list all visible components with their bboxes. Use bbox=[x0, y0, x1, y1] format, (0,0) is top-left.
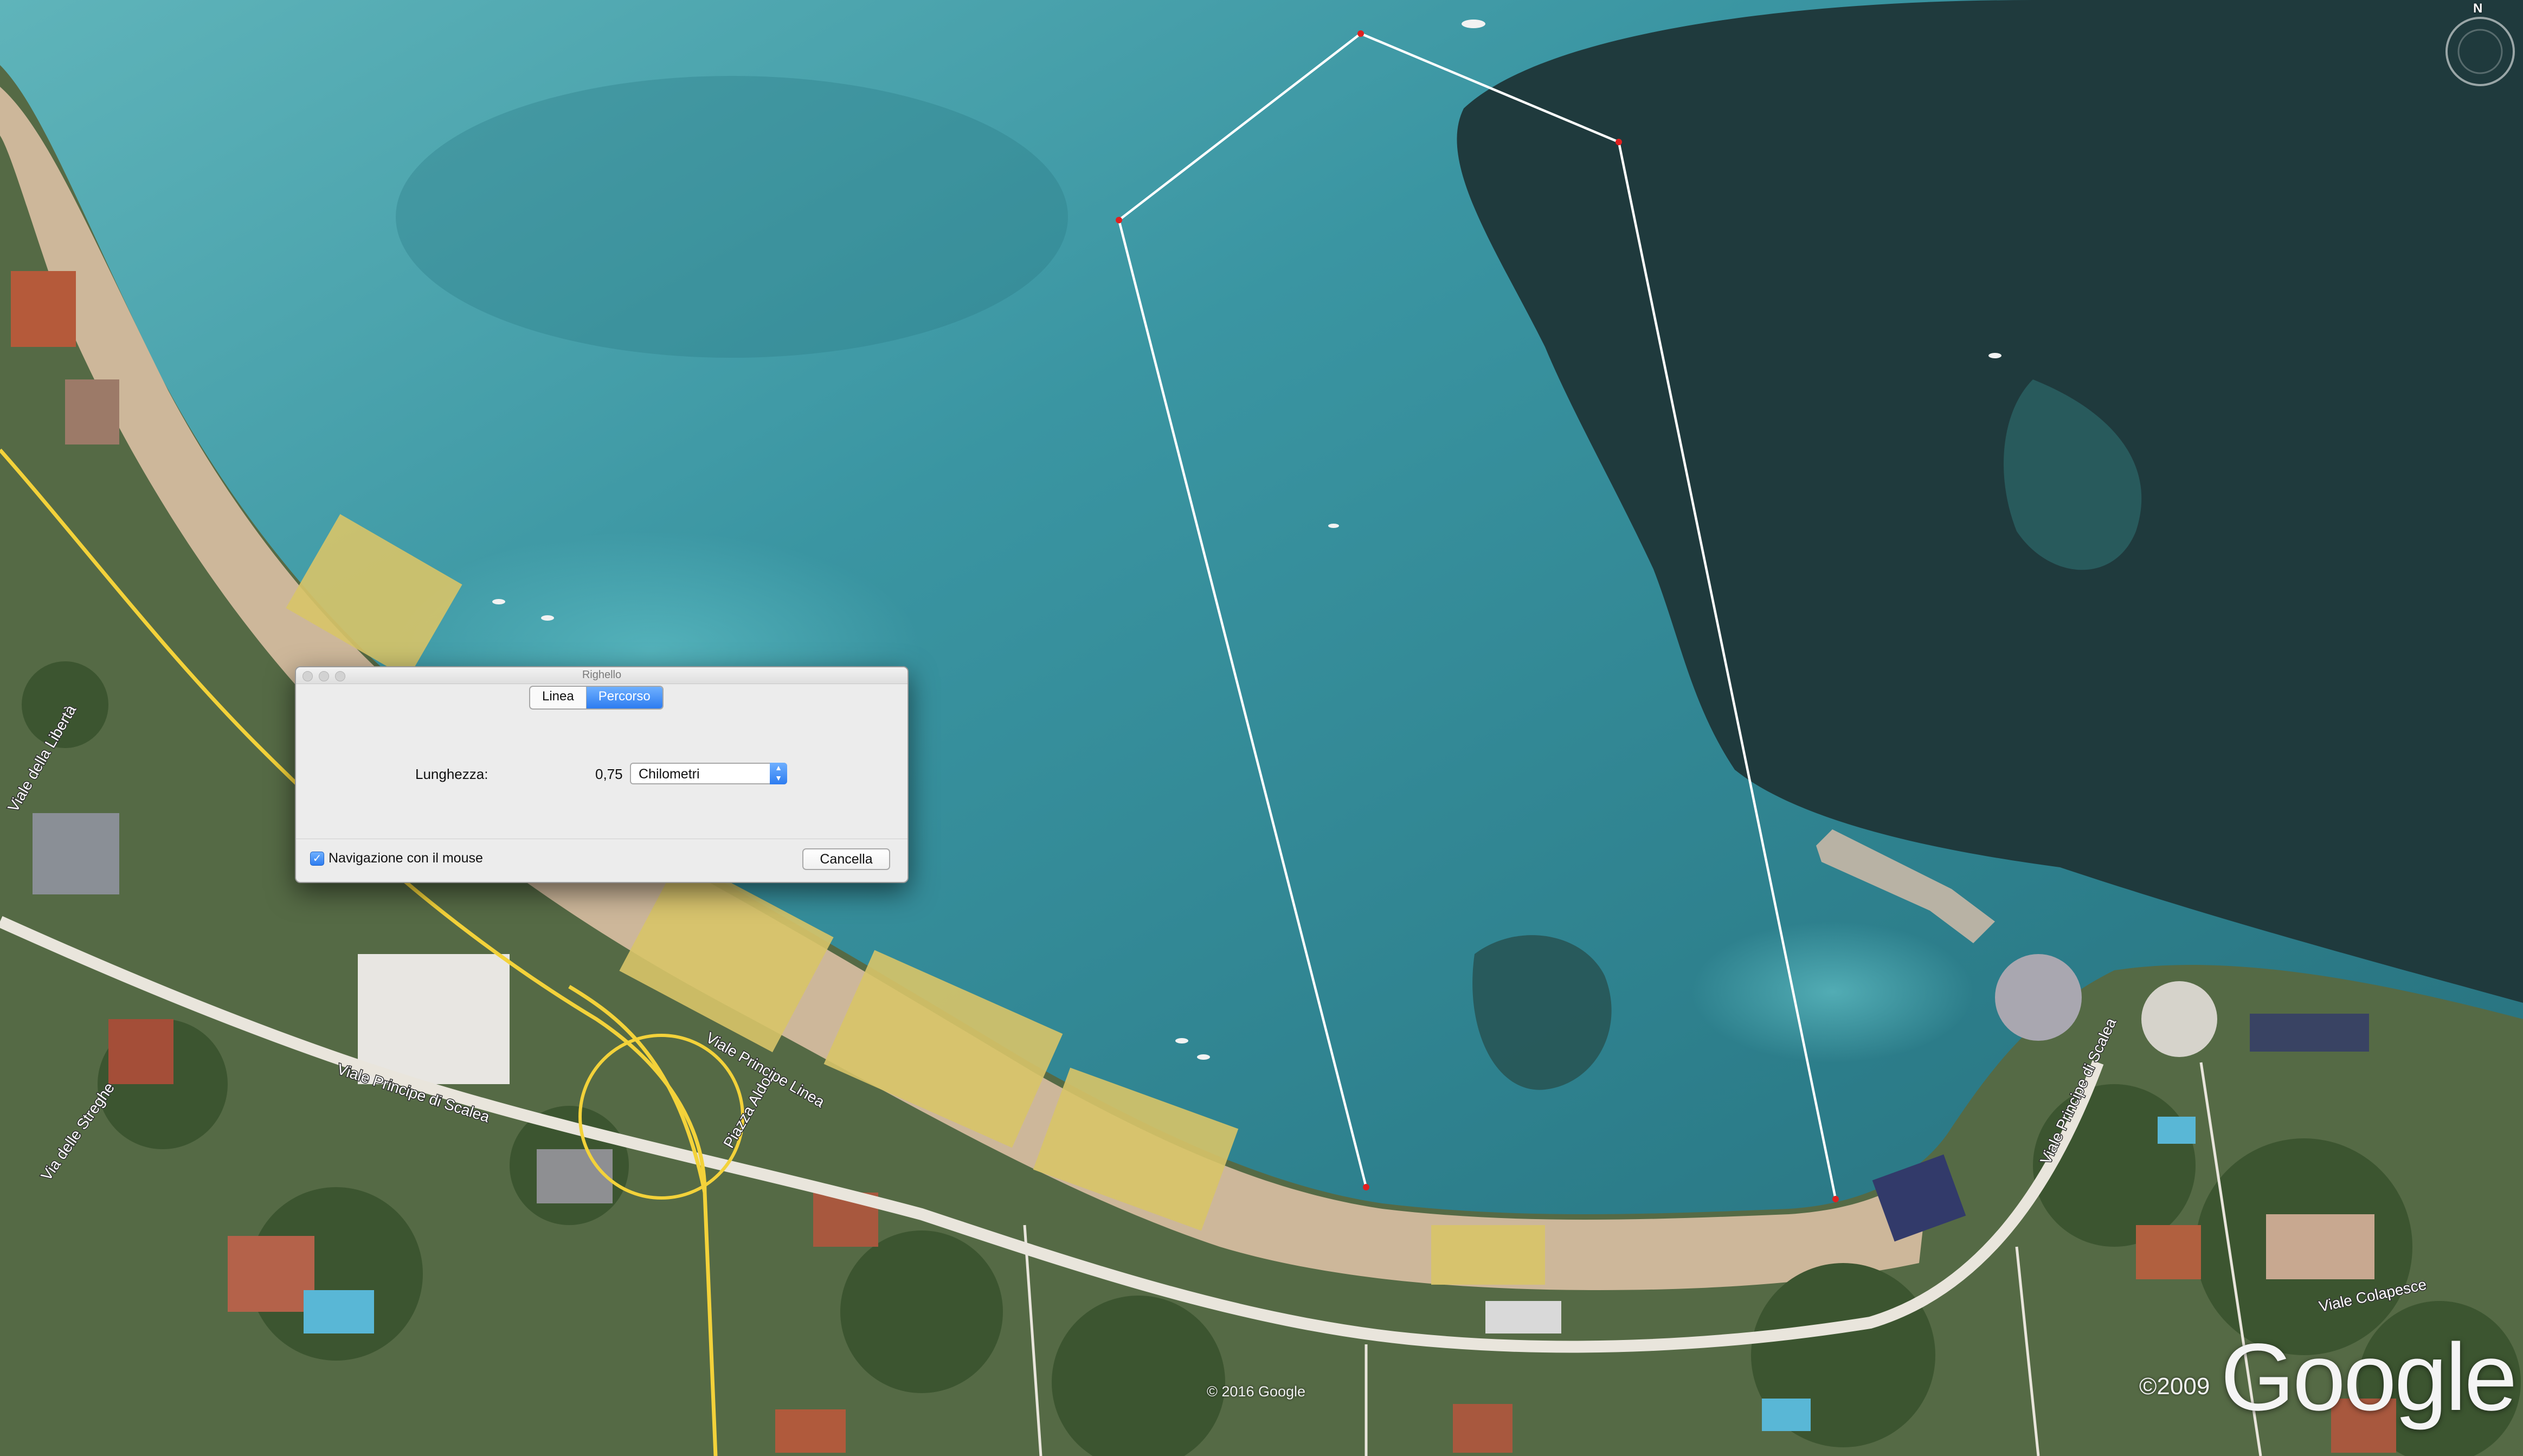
mouse-nav-checkbox[interactable]: ✓ bbox=[310, 852, 324, 866]
tab-percorso[interactable]: Percorso bbox=[586, 687, 662, 708]
path-vertex[interactable] bbox=[1616, 139, 1622, 145]
compass-icon[interactable] bbox=[2440, 11, 2521, 92]
unit-select-value: Chilometri bbox=[639, 766, 700, 782]
path-vertex[interactable] bbox=[1116, 217, 1122, 223]
mouse-nav-label[interactable]: Navigazione con il mouse bbox=[329, 851, 483, 866]
length-label: Lunghezza: bbox=[415, 766, 488, 782]
rotunda bbox=[1995, 954, 2082, 1041]
length-value: 0,75 bbox=[595, 766, 623, 782]
path-vertex[interactable] bbox=[1363, 1184, 1369, 1190]
dialog-title: Righello bbox=[582, 669, 622, 681]
unit-select[interactable]: Chilometri ▲ ▼ bbox=[630, 763, 787, 784]
path-vertex[interactable] bbox=[1832, 1196, 1839, 1202]
path-vertex[interactable] bbox=[1357, 30, 1364, 37]
swimming-pool-2 bbox=[1762, 1399, 1811, 1431]
rotunda-east bbox=[2141, 981, 2217, 1057]
cancel-button[interactable]: Cancella bbox=[802, 848, 890, 870]
google-logo: Google bbox=[2221, 1324, 2518, 1431]
swimming-pool bbox=[304, 1290, 374, 1333]
ruler-dialog[interactable]: Righello Linea Percorso Lunghezza: 0,75 … bbox=[295, 666, 909, 883]
tab-linea[interactable]: Linea bbox=[530, 687, 587, 708]
dialog-titlebar[interactable]: Righello bbox=[296, 667, 907, 684]
swimming-pool-3 bbox=[2158, 1117, 2196, 1144]
ruler-mode-tabs[interactable]: Linea Percorso bbox=[529, 686, 664, 710]
shallow-water-east bbox=[1691, 922, 1973, 1062]
sea-shadow bbox=[396, 76, 1068, 358]
imagery-copyright: © 2016 Google bbox=[1207, 1383, 1306, 1400]
compass-north-label: N bbox=[2473, 1, 2483, 16]
chevron-updown-icon[interactable]: ▲ ▼ bbox=[770, 763, 787, 784]
copyright-year: ©2009 bbox=[2139, 1373, 2210, 1400]
